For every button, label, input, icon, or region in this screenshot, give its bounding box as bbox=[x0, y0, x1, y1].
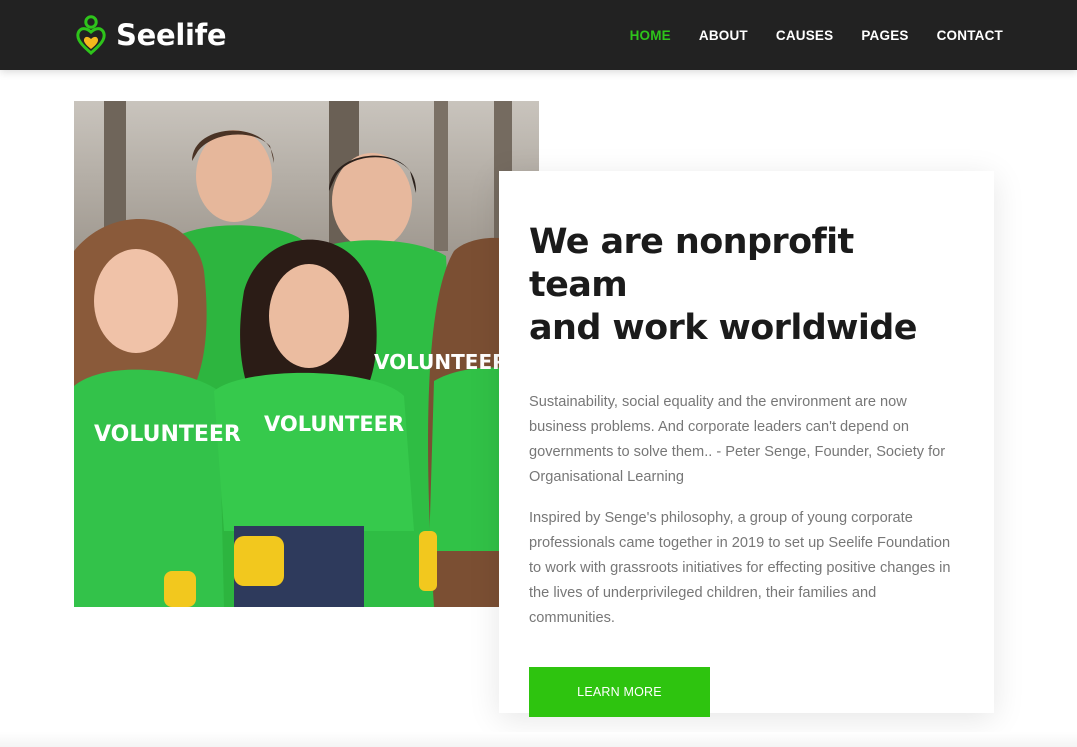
shirt-text: VOLUNTEER bbox=[94, 422, 241, 447]
nav-item-pages[interactable]: PAGES bbox=[861, 28, 908, 43]
logo-text: Seelife bbox=[116, 18, 227, 52]
top-navbar: Seelife HOME ABOUT CAUSES PAGES CONTACT bbox=[0, 0, 1077, 70]
about-title: We are nonprofit team and work worldwide bbox=[529, 221, 959, 350]
about-paragraph-1: Sustainability, social equality and the … bbox=[529, 394, 946, 485]
shirt-text: VOLUNTEER bbox=[264, 412, 404, 436]
next-section-edge bbox=[0, 732, 1077, 747]
about-paragraph-2: Inspired by Senge's philosophy, a group … bbox=[529, 510, 951, 626]
about-card: We are nonprofit team and work worldwide… bbox=[499, 171, 994, 717]
nav-item-causes[interactable]: CAUSES bbox=[776, 28, 833, 43]
about-title-line-1: We are nonprofit team bbox=[529, 222, 854, 305]
shirt-text: VOLUNTEER bbox=[374, 350, 508, 374]
site-logo[interactable]: Seelife bbox=[74, 14, 227, 56]
volunteers-photo: VOLUNTEER VOLUNTEER VOLUNTEER bbox=[74, 101, 539, 607]
about-title-line-2: and work worldwide bbox=[529, 308, 917, 348]
nav-item-about[interactable]: ABOUT bbox=[699, 28, 748, 43]
learn-more-button[interactable]: LEARN MORE bbox=[529, 667, 710, 717]
heart-person-logo-icon bbox=[76, 15, 106, 55]
nav-item-home[interactable]: HOME bbox=[630, 28, 671, 43]
main-nav: HOME ABOUT CAUSES PAGES CONTACT bbox=[602, 0, 1003, 70]
nav-item-contact[interactable]: CONTACT bbox=[937, 28, 1003, 43]
